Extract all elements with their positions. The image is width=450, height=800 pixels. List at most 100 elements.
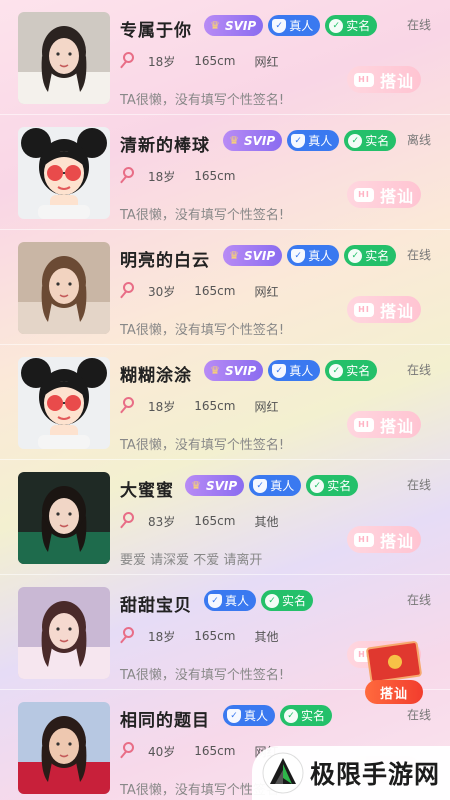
female-icon xyxy=(120,167,136,186)
shield-check-icon: ✓ xyxy=(272,18,287,33)
avatar[interactable] xyxy=(18,242,110,334)
crown-icon: ♛ xyxy=(229,134,239,147)
check-badge-icon: ✓ xyxy=(329,363,344,378)
female-icon xyxy=(120,52,136,71)
user-row[interactable]: 明亮的白云 ♛ SVIP ✓ 真人 ✓ 实名 在线 30岁 165cm 网红 TA很懒，没有填写个性签… xyxy=(0,230,450,345)
chat-up-button[interactable]: HI搭讪 xyxy=(347,66,421,93)
verified-badge: ✓ 实名 xyxy=(306,475,359,496)
user-age: 30岁 xyxy=(148,284,176,299)
user-height: 165cm xyxy=(194,514,236,528)
user-height: 165cm xyxy=(194,54,236,68)
user-name: 清新的棒球 xyxy=(120,136,210,156)
shield-check-icon: ✓ xyxy=(291,248,306,263)
real-person-badge: ✓ 真人 xyxy=(204,590,257,611)
user-signature: 要爱 请深爱 不爱 请离开 xyxy=(120,553,263,568)
online-status: 离线 xyxy=(406,133,431,147)
user-name: 专属于你 xyxy=(120,21,192,41)
user-name: 大蜜蜜 xyxy=(120,481,174,501)
floating-chat-button[interactable]: 搭讪 xyxy=(365,680,423,704)
svip-badge: ♛ SVIP xyxy=(204,360,264,381)
shield-check-icon: ✓ xyxy=(253,478,268,493)
user-row[interactable]: 糊糊涂涂 ♛ SVIP ✓ 真人 ✓ 实名 在线 18岁 165cm 网红 TA很懒，没有填写个性签名… xyxy=(0,345,450,460)
user-info: 83岁 165cm 其他 xyxy=(120,512,298,531)
user-age: 18岁 xyxy=(148,399,176,414)
online-status: 在线 xyxy=(406,593,431,607)
user-row[interactable]: 清新的棒球 ♛ SVIP ✓ 真人 ✓ 实名 离线 18岁 165cm TA很懒，没有填写个性签名!… xyxy=(0,115,450,230)
check-badge-icon: ✓ xyxy=(310,478,325,493)
hi-icon: HI xyxy=(353,72,374,87)
user-age: 83岁 xyxy=(148,514,176,529)
user-age: 18岁 xyxy=(148,54,176,69)
user-tag: 网红 xyxy=(254,54,279,69)
online-status: 在线 xyxy=(406,18,431,32)
online-status: 在线 xyxy=(406,478,431,492)
hi-icon: HI xyxy=(353,187,374,202)
avatar[interactable] xyxy=(18,357,110,449)
user-age: 18岁 xyxy=(148,629,176,644)
female-icon xyxy=(120,282,136,301)
shield-check-icon: ✓ xyxy=(272,363,287,378)
female-icon xyxy=(120,742,136,761)
avatar[interactable] xyxy=(18,127,110,219)
crown-icon: ♛ xyxy=(210,19,220,32)
user-age: 18岁 xyxy=(148,169,176,184)
svip-badge: ♛ SVIP xyxy=(204,15,264,36)
svip-badge: ♛ SVIP xyxy=(223,245,283,266)
avatar[interactable] xyxy=(18,702,110,794)
user-height: 165cm xyxy=(194,744,236,758)
user-name: 糊糊涂涂 xyxy=(120,366,192,386)
user-name: 明亮的白云 xyxy=(120,251,210,271)
hi-icon: HI xyxy=(353,417,374,432)
online-status: 在线 xyxy=(406,248,431,262)
user-row[interactable]: 专属于你 ♛ SVIP ✓ 真人 ✓ 实名 在线 18岁 165cm 网红 TA很懒，没有填写个性签名… xyxy=(0,0,450,115)
user-signature: TA很懒，没有填写个性签名! xyxy=(120,93,285,108)
online-status: 在线 xyxy=(406,708,431,722)
user-info: 18岁 165cm xyxy=(120,167,273,186)
verified-badge: ✓ 实名 xyxy=(344,130,397,151)
crown-icon: ♛ xyxy=(229,249,239,262)
user-signature: TA很懒，没有填写个性签名! xyxy=(120,323,285,338)
female-icon xyxy=(120,397,136,416)
badge-group: ♛ SVIP ✓ 真人 ✓ 实名 xyxy=(185,475,359,496)
real-person-badge: ✓ 真人 xyxy=(249,475,302,496)
badge-group: ♛ SVIP ✓ 真人 ✓ 实名 xyxy=(223,245,397,266)
shield-check-icon: ✓ xyxy=(227,708,241,723)
hi-icon: HI xyxy=(353,532,374,547)
verified-badge: ✓ 实名 xyxy=(344,245,397,266)
avatar[interactable] xyxy=(18,472,110,564)
user-row[interactable]: 大蜜蜜 ♛ SVIP ✓ 真人 ✓ 实名 在线 83岁 165cm 其他要爱 请深爱 不爱 请离开 H… xyxy=(0,460,450,575)
user-tag: 网红 xyxy=(254,399,279,414)
user-name: 相同的题目 xyxy=(120,711,210,731)
real-person-badge: ✓ 真人 xyxy=(223,705,276,726)
red-packet-float[interactable]: 搭讪 xyxy=(365,640,423,706)
user-signature: TA很懒，没有填写个性签名! xyxy=(120,438,285,453)
crown-icon: ♛ xyxy=(191,479,201,492)
badge-group: ♛ SVIP ✓ 真人 ✓ 实名 xyxy=(204,15,378,36)
crown-icon: ♛ xyxy=(210,364,220,377)
chat-up-button[interactable]: HI搭讪 xyxy=(347,296,421,323)
shield-check-icon: ✓ xyxy=(291,133,306,148)
verified-badge: ✓ 实名 xyxy=(280,705,333,726)
chat-up-button[interactable]: HI搭讪 xyxy=(347,181,421,208)
avatar[interactable] xyxy=(18,587,110,679)
badge-group: ✓ 真人 ✓ 实名 xyxy=(223,705,333,726)
chat-up-button[interactable]: HI搭讪 xyxy=(347,411,421,438)
svip-badge: ♛ SVIP xyxy=(185,475,245,496)
chat-up-button[interactable]: HI搭讪 xyxy=(347,526,421,553)
real-person-badge: ✓ 真人 xyxy=(287,130,340,151)
avatar[interactable] xyxy=(18,12,110,104)
female-icon xyxy=(120,627,136,646)
site-logo-icon xyxy=(262,752,304,794)
user-info: 18岁 165cm 其他 xyxy=(120,627,298,646)
user-height: 165cm xyxy=(194,169,236,183)
user-info: 18岁 165cm 网红 xyxy=(120,52,298,71)
badge-group: ♛ SVIP ✓ 真人 ✓ 实名 xyxy=(204,360,378,381)
user-signature: TA很懒，没有填写个性签名! xyxy=(120,208,285,223)
user-info: 30岁 165cm 网红 xyxy=(120,282,298,301)
hi-icon: HI xyxy=(353,302,374,317)
user-tag: 其他 xyxy=(254,514,279,529)
watermark-text: 极限手游网 xyxy=(310,760,441,789)
check-badge-icon: ✓ xyxy=(284,708,299,723)
user-signature: TA很懒，没有填写个性签名! xyxy=(120,668,285,683)
badge-group: ✓ 真人 ✓ 实名 xyxy=(204,590,314,611)
